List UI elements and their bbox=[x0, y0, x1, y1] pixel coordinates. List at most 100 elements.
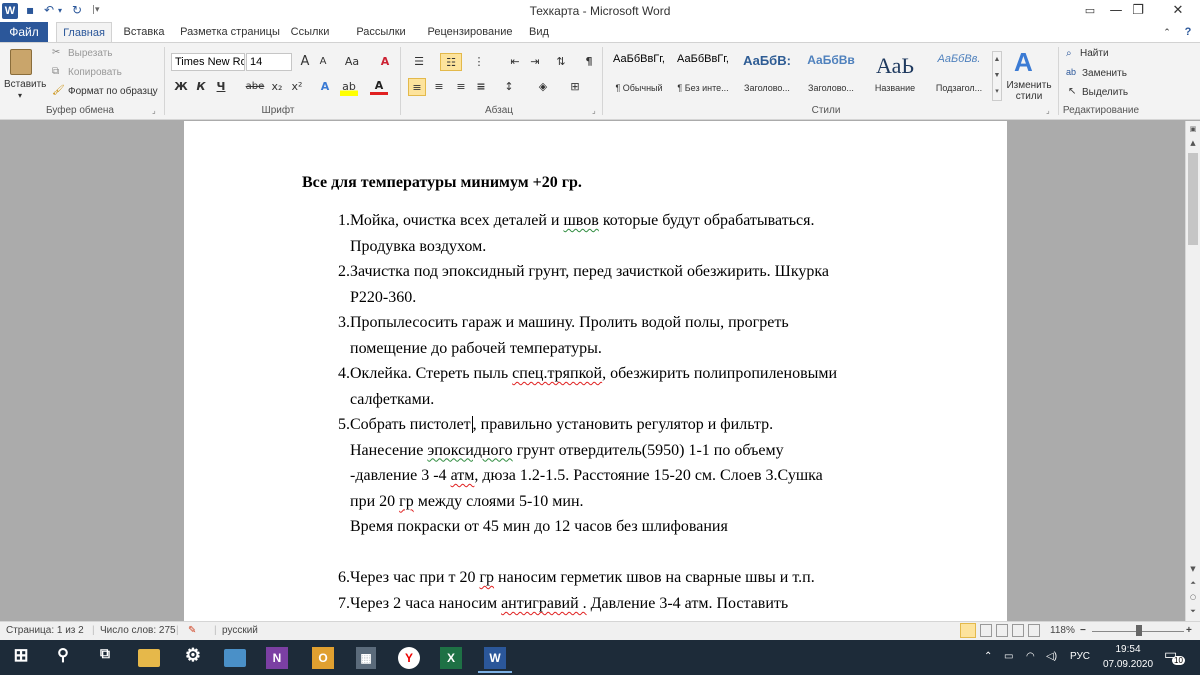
store-icon[interactable] bbox=[224, 649, 246, 667]
volume-icon[interactable]: ◁) bbox=[1046, 651, 1057, 662]
task-view-icon[interactable]: ⧉ bbox=[92, 645, 118, 671]
multilevel-list-icon[interactable]: ⋮ bbox=[470, 53, 488, 71]
scroll-down-icon[interactable]: ▼ bbox=[1186, 563, 1200, 575]
zoom-level[interactable]: 118% bbox=[1050, 625, 1075, 636]
cut-button[interactable]: Вырезать bbox=[68, 48, 112, 59]
format-painter-button[interactable]: Формат по образцу bbox=[68, 86, 158, 97]
align-left-icon[interactable]: ≡ bbox=[408, 78, 426, 96]
highlight-color-icon[interactable]: ab bbox=[340, 78, 358, 96]
increase-indent-icon[interactable]: ⇥ bbox=[526, 53, 544, 71]
font-name-field[interactable]: Times New Ro bbox=[171, 53, 245, 71]
word-taskbar-icon[interactable]: W bbox=[478, 647, 512, 673]
ruler-toggle-icon[interactable]: ▣ bbox=[1186, 123, 1200, 135]
select-button[interactable]: Выделить bbox=[1082, 87, 1128, 98]
decrease-indent-icon[interactable]: ⇤ bbox=[506, 53, 524, 71]
justify-icon[interactable]: ≡ bbox=[472, 78, 490, 96]
font-size-field[interactable]: 14 bbox=[246, 53, 292, 71]
text-effects-icon[interactable]: A bbox=[316, 78, 334, 96]
battery-icon[interactable]: ▭ bbox=[1004, 651, 1013, 662]
excel-icon[interactable]: X bbox=[440, 647, 462, 669]
spelling-error[interactable]: антигравий . bbox=[501, 595, 587, 612]
input-language[interactable]: РУС bbox=[1070, 651, 1090, 662]
tab-references[interactable]: Ссылки bbox=[284, 22, 336, 42]
clear-formatting-button[interactable]: A bbox=[376, 53, 394, 71]
page-indicator[interactable]: Страница: 1 из 2 bbox=[6, 625, 84, 636]
tab-home[interactable]: Главная bbox=[56, 22, 112, 42]
styles-scroll-icon[interactable]: ▲ ▼ ▾ bbox=[992, 51, 1002, 101]
strikethrough-button[interactable]: abe bbox=[244, 78, 266, 96]
style-no-spacing[interactable]: АаБбВвГг, ¶ Без инте... bbox=[672, 53, 734, 101]
previous-page-icon[interactable]: ⏶ bbox=[1186, 577, 1200, 589]
language-indicator[interactable]: русский bbox=[222, 625, 258, 636]
style-heading-1[interactable]: АаБбВ: Заголово... bbox=[736, 53, 798, 101]
select-browse-object-icon[interactable]: ○ bbox=[1186, 591, 1200, 603]
clipboard-launcher-icon[interactable]: ⌟ bbox=[152, 106, 156, 115]
subscript-button[interactable]: x₂ bbox=[268, 78, 286, 96]
shading-icon[interactable]: ◈ bbox=[534, 78, 552, 96]
spelling-error[interactable]: гр bbox=[399, 493, 414, 510]
search-icon[interactable]: ⚲ bbox=[50, 645, 76, 671]
file-explorer-icon[interactable] bbox=[138, 649, 160, 667]
numbering-icon[interactable]: ☷ bbox=[440, 53, 462, 71]
paste-icon[interactable] bbox=[10, 49, 32, 75]
tab-mailings[interactable]: Рассылки bbox=[350, 22, 412, 42]
spelling-error[interactable]: спец.тряпкой bbox=[512, 365, 602, 382]
scroll-thumb[interactable] bbox=[1188, 153, 1198, 245]
tray-overflow-icon[interactable]: ⌃ bbox=[984, 651, 992, 662]
underline-button[interactable]: Ч bbox=[212, 78, 230, 96]
styles-launcher-icon[interactable]: ⌟ bbox=[1046, 106, 1050, 115]
tab-file[interactable]: Файл bbox=[0, 22, 48, 42]
outlook-icon[interactable]: O bbox=[312, 647, 334, 669]
proofing-icon[interactable]: ✎ bbox=[188, 625, 196, 636]
settings-gear-icon[interactable]: ⚙ bbox=[180, 645, 206, 671]
document-page[interactable]: Все для температуры минимум +20 гр. 1. М… bbox=[184, 121, 1007, 621]
replace-button[interactable]: Заменить bbox=[1082, 68, 1127, 79]
tab-page-layout[interactable]: Разметка страницы bbox=[178, 22, 282, 42]
italic-button[interactable]: К bbox=[192, 78, 210, 96]
style-title[interactable]: АаЬ Название bbox=[864, 53, 926, 101]
vertical-scrollbar[interactable]: ▣ ▲ ▼ ⏶ ○ ⏷ bbox=[1185, 121, 1200, 621]
windows-start-icon[interactable]: ⊞ bbox=[8, 645, 34, 671]
print-layout-icon[interactable] bbox=[960, 623, 976, 638]
zoom-slider-thumb[interactable] bbox=[1136, 625, 1142, 636]
grammar-error[interactable]: швов bbox=[563, 212, 598, 229]
onenote-icon[interactable]: N bbox=[266, 647, 288, 669]
style-heading-2[interactable]: АаБбВв Заголово... bbox=[800, 53, 862, 101]
tab-insert[interactable]: Вставка bbox=[116, 22, 172, 42]
change-case-button[interactable]: Aa bbox=[340, 53, 364, 71]
clock-date[interactable]: 07.09.2020 bbox=[1098, 659, 1158, 670]
paste-button[interactable]: Вставить bbox=[4, 79, 46, 90]
calculator-icon[interactable]: ▦ bbox=[356, 647, 376, 669]
grammar-error[interactable]: пистолет bbox=[410, 416, 471, 433]
borders-icon[interactable]: ⊞ bbox=[566, 78, 584, 96]
spelling-error[interactable]: гр bbox=[479, 569, 494, 586]
show-marks-icon[interactable]: ¶ bbox=[580, 53, 598, 71]
help-icon[interactable]: ? bbox=[1180, 22, 1196, 42]
find-button[interactable]: Найти bbox=[1080, 48, 1109, 59]
zoom-out-icon[interactable]: − bbox=[1080, 625, 1086, 636]
spelling-error[interactable]: атм bbox=[451, 467, 475, 484]
full-screen-reading-icon[interactable] bbox=[980, 624, 992, 637]
superscript-button[interactable]: x² bbox=[288, 78, 306, 96]
yandex-browser-icon[interactable]: Y bbox=[398, 647, 420, 669]
line-spacing-icon[interactable]: ↕ bbox=[500, 78, 518, 96]
wifi-icon[interactable]: ◠ bbox=[1026, 651, 1035, 662]
paste-dropdown-icon[interactable]: ▾ bbox=[18, 91, 22, 100]
paragraph-launcher-icon[interactable]: ⌟ bbox=[592, 106, 596, 115]
next-page-icon[interactable]: ⏷ bbox=[1186, 605, 1200, 617]
grammar-error[interactable]: эпоксидного bbox=[427, 442, 512, 459]
change-styles-button[interactable]: Изменить стили bbox=[1006, 80, 1052, 102]
grow-font-button[interactable]: A bbox=[296, 53, 314, 71]
minimize-ribbon-icon[interactable]: ⌃ bbox=[1160, 22, 1174, 42]
clock-time[interactable]: 19:54 bbox=[1108, 644, 1148, 655]
style-subtitle[interactable]: АаБбВв. Подзагол... bbox=[928, 53, 990, 101]
align-right-icon[interactable]: ≡ bbox=[452, 78, 470, 96]
copy-button[interactable]: Копировать bbox=[68, 67, 122, 78]
font-color-icon[interactable]: A bbox=[370, 78, 388, 95]
bullets-icon[interactable]: ☰ bbox=[410, 53, 428, 71]
close-button[interactable]: ✕ bbox=[1156, 0, 1200, 22]
scroll-up-icon[interactable]: ▲ bbox=[1186, 137, 1200, 149]
shrink-font-button[interactable]: A bbox=[314, 53, 332, 71]
sort-icon[interactable]: ⇅ bbox=[552, 53, 570, 71]
tab-review[interactable]: Рецензирование bbox=[418, 22, 522, 42]
